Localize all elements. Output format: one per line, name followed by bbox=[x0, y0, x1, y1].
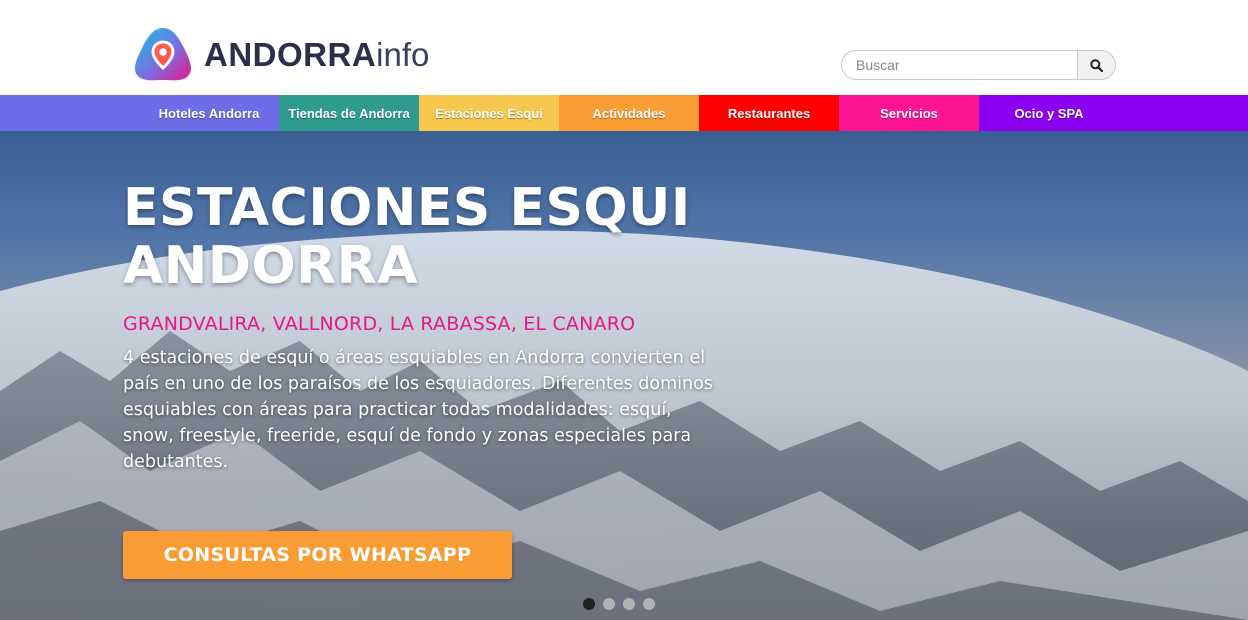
search-bar bbox=[841, 50, 1116, 80]
search-icon bbox=[1090, 58, 1103, 72]
carousel-dot-4[interactable] bbox=[643, 598, 655, 610]
carousel-dot-3[interactable] bbox=[623, 598, 635, 610]
search-input[interactable] bbox=[841, 50, 1077, 80]
logo-text-light: info bbox=[376, 35, 430, 73]
nav-item-hoteles[interactable]: Hoteles Andorra bbox=[139, 95, 279, 131]
nav-lead-strip bbox=[0, 95, 139, 131]
nav-item-actividades[interactable]: Actividades bbox=[559, 95, 699, 131]
nav-item-servicios[interactable]: Servicios bbox=[839, 95, 979, 131]
carousel-dots bbox=[583, 598, 655, 610]
whatsapp-cta-button[interactable]: CONSULTAS POR WHATSAPP bbox=[123, 531, 512, 579]
nav-item-estaciones[interactable]: Estaciones Esquí bbox=[419, 95, 559, 131]
nav-item-restaurantes[interactable]: Restaurantes bbox=[699, 95, 839, 131]
nav-item-ocio-spa[interactable]: Ocio y SPA bbox=[979, 95, 1119, 131]
hero-subtitle: GRANDVALIRA, VALLNORD, LA RABASSA, EL CA… bbox=[123, 313, 636, 335]
nav-item-label: Tiendas de Andorra bbox=[288, 105, 410, 121]
hero-title-line1: ESTACIONES ESQUI bbox=[123, 178, 691, 238]
nav-item-label: Restaurantes bbox=[727, 105, 811, 121]
nav-item-label: Estaciones Esquí bbox=[435, 105, 543, 121]
search-button[interactable] bbox=[1077, 50, 1116, 80]
nav-item-tiendas[interactable]: Tiendas de Andorra bbox=[279, 95, 419, 131]
site-header: ANDORRA info bbox=[0, 0, 1248, 95]
map-pin-icon bbox=[135, 28, 191, 81]
nav-item-label: Actividades bbox=[592, 105, 666, 121]
nav-item-label: Hoteles Andorra bbox=[158, 105, 260, 121]
cta-label: CONSULTAS POR WHATSAPP bbox=[163, 544, 472, 566]
hero-content: ESTACIONES ESQUI ANDORRA GRANDVALIRA, VA… bbox=[123, 179, 743, 475]
logo-text-bold: ANDORRA bbox=[204, 35, 377, 73]
site-logo[interactable]: ANDORRA info bbox=[132, 26, 452, 82]
hero-title: ESTACIONES ESQUI ANDORRA bbox=[123, 179, 743, 295]
nav-item-label: Ocio y SPA bbox=[1014, 105, 1084, 121]
hero-description: 4 estaciones de esquí o áreas esquiables… bbox=[123, 348, 713, 472]
hero-slider: ESTACIONES ESQUI ANDORRA GRANDVALIRA, VA… bbox=[0, 131, 1248, 620]
logo-wordmark: ANDORRA info bbox=[204, 38, 429, 71]
carousel-dot-2[interactable] bbox=[603, 598, 615, 610]
nav-tail-strip bbox=[1119, 95, 1248, 131]
main-nav: Hoteles Andorra Tiendas de Andorra Estac… bbox=[0, 95, 1248, 131]
nav-item-label: Servicios bbox=[880, 105, 938, 121]
carousel-dot-1[interactable] bbox=[583, 598, 595, 610]
hero-title-line2: ANDORRA bbox=[123, 236, 418, 296]
